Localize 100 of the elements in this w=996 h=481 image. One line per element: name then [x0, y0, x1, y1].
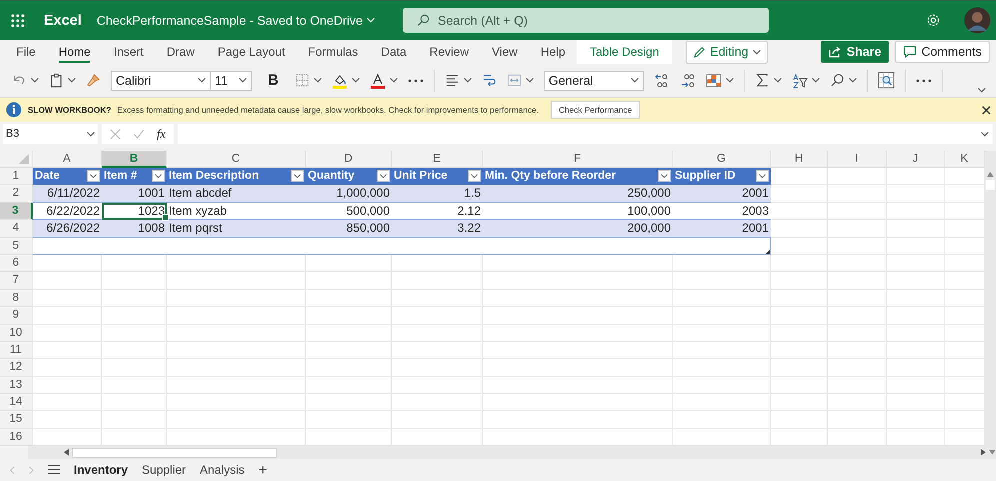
- ribbon-tab[interactable]: Data: [370, 40, 418, 64]
- font-color-icon[interactable]: [370, 72, 386, 88]
- ribbon-tab[interactable]: View: [480, 40, 530, 64]
- sum-icon[interactable]: [754, 73, 770, 88]
- column-header[interactable]: G: [673, 151, 771, 168]
- filter-button[interactable]: [658, 170, 671, 182]
- vertical-scrollbar[interactable]: [985, 151, 996, 446]
- caret-icon[interactable]: [726, 78, 734, 83]
- merge-cells-icon[interactable]: [506, 73, 522, 88]
- scrollbar-thumb[interactable]: [72, 448, 277, 458]
- search-field[interactable]: Search (Alt + Q): [403, 8, 769, 33]
- insert-function-button[interactable]: fx: [157, 126, 166, 142]
- caret-icon[interactable]: [314, 78, 322, 83]
- scroll-down-icon[interactable]: [989, 450, 996, 456]
- resize-handle-icon[interactable]: [766, 250, 770, 254]
- scroll-up-icon[interactable]: [987, 172, 994, 177]
- check-performance-button[interactable]: Check Performance: [550, 101, 640, 119]
- ribbon-tab[interactable]: Review: [418, 40, 481, 64]
- caret-icon[interactable]: [848, 78, 857, 83]
- sheet-tab[interactable]: Supplier: [142, 463, 186, 478]
- row-header[interactable]: 13: [0, 376, 33, 394]
- clipboard-icon[interactable]: [49, 73, 64, 88]
- row-header[interactable]: 10: [0, 324, 33, 342]
- filter-button[interactable]: [756, 170, 769, 182]
- wrap-text-icon[interactable]: [482, 73, 497, 88]
- row-header[interactable]: 9: [0, 307, 33, 325]
- paintbrush-icon[interactable]: [86, 73, 101, 88]
- conditional-format-icon[interactable]: [706, 72, 722, 88]
- caret-icon[interactable]: [464, 78, 472, 83]
- column-header[interactable]: I: [828, 151, 887, 168]
- document-title[interactable]: CheckPerformanceSample - Saved to OneDrive: [96, 14, 375, 28]
- row-header[interactable]: 14: [0, 394, 33, 412]
- scroll-left-icon[interactable]: [64, 449, 69, 456]
- caret-icon[interactable]: [352, 78, 360, 83]
- column-header[interactable]: C: [167, 151, 306, 168]
- row-header[interactable]: 12: [0, 359, 33, 377]
- app-launcher-icon[interactable]: [11, 14, 25, 28]
- caret-icon[interactable]: [68, 78, 76, 83]
- ribbon-tab[interactable]: Home: [47, 40, 102, 64]
- row-header[interactable]: 4: [0, 220, 33, 238]
- settings-icon[interactable]: [926, 13, 941, 28]
- sheet-tab[interactable]: Analysis: [200, 463, 245, 478]
- ribbon-tab[interactable]: Table Design: [577, 40, 672, 64]
- caret-icon[interactable]: [526, 78, 534, 83]
- ribbon-tab[interactable]: Insert: [102, 40, 156, 64]
- column-header[interactable]: H: [771, 151, 828, 168]
- font-name-dropdown[interactable]: Calibri: [111, 70, 211, 90]
- row-header[interactable]: 2: [0, 185, 33, 203]
- row-header[interactable]: 16: [0, 428, 33, 446]
- row-header[interactable]: 7: [0, 272, 33, 290]
- bold-button[interactable]: B: [262, 72, 285, 89]
- menu-icon[interactable]: [48, 465, 60, 476]
- caret-icon[interactable]: [812, 78, 820, 83]
- column-header[interactable]: E: [392, 151, 483, 168]
- editing-mode-button[interactable]: Editing: [686, 40, 768, 64]
- sort-filter-icon[interactable]: [792, 72, 808, 88]
- ribbon-tab[interactable]: Help: [529, 40, 577, 64]
- number-format-dropdown[interactable]: General: [544, 70, 644, 90]
- analyze-data-icon[interactable]: [878, 72, 895, 89]
- comments-button[interactable]: Comments: [894, 41, 990, 63]
- search-icon[interactable]: [830, 73, 845, 88]
- ribbon-tab[interactable]: Page Layout: [206, 40, 297, 64]
- ribbon-tab[interactable]: File: [5, 40, 48, 64]
- row-header[interactable]: 3: [0, 202, 33, 220]
- filter-button[interactable]: [87, 170, 100, 182]
- filter-button[interactable]: [152, 170, 165, 182]
- name-box[interactable]: B3: [3, 124, 98, 144]
- add-sheet-button[interactable]: +: [258, 462, 268, 479]
- row-header[interactable]: 15: [0, 411, 33, 429]
- caret-icon[interactable]: [630, 78, 639, 83]
- decrease-decimal-icon[interactable]: [680, 72, 696, 88]
- ribbon-tab[interactable]: Draw: [155, 40, 206, 64]
- sheet-tab[interactable]: Inventory: [74, 463, 128, 478]
- scrollbar-thumb[interactable]: [986, 180, 995, 190]
- share-button[interactable]: Share: [820, 41, 889, 63]
- caret-icon[interactable]: [198, 78, 206, 83]
- checkmark-icon[interactable]: [133, 128, 145, 140]
- filter-button[interactable]: [468, 170, 481, 182]
- font-size-dropdown[interactable]: 11: [210, 70, 252, 90]
- more-icon[interactable]: [916, 78, 932, 82]
- filter-button[interactable]: [377, 170, 390, 182]
- caret-icon[interactable]: [239, 78, 247, 83]
- column-header[interactable]: A: [33, 151, 102, 168]
- row-header[interactable]: 11: [0, 342, 33, 360]
- caret-icon[interactable]: [752, 50, 761, 54]
- fill-color-icon[interactable]: [332, 72, 348, 88]
- column-header[interactable]: K: [945, 151, 985, 168]
- column-header[interactable]: B: [102, 151, 167, 168]
- caret-icon[interactable]: [87, 132, 95, 136]
- column-header[interactable]: J: [887, 151, 945, 168]
- caret-icon[interactable]: [31, 78, 39, 83]
- close-icon[interactable]: [982, 106, 991, 114]
- increase-decimal-icon[interactable]: [654, 72, 670, 88]
- caret-icon[interactable]: [390, 78, 398, 83]
- more-icon[interactable]: [408, 78, 424, 82]
- align-icon[interactable]: [444, 73, 460, 88]
- ribbon-tab[interactable]: Formulas: [296, 40, 370, 64]
- avatar-icon[interactable]: [964, 7, 991, 34]
- caret-icon[interactable]: [774, 78, 782, 83]
- column-header[interactable]: F: [483, 151, 673, 168]
